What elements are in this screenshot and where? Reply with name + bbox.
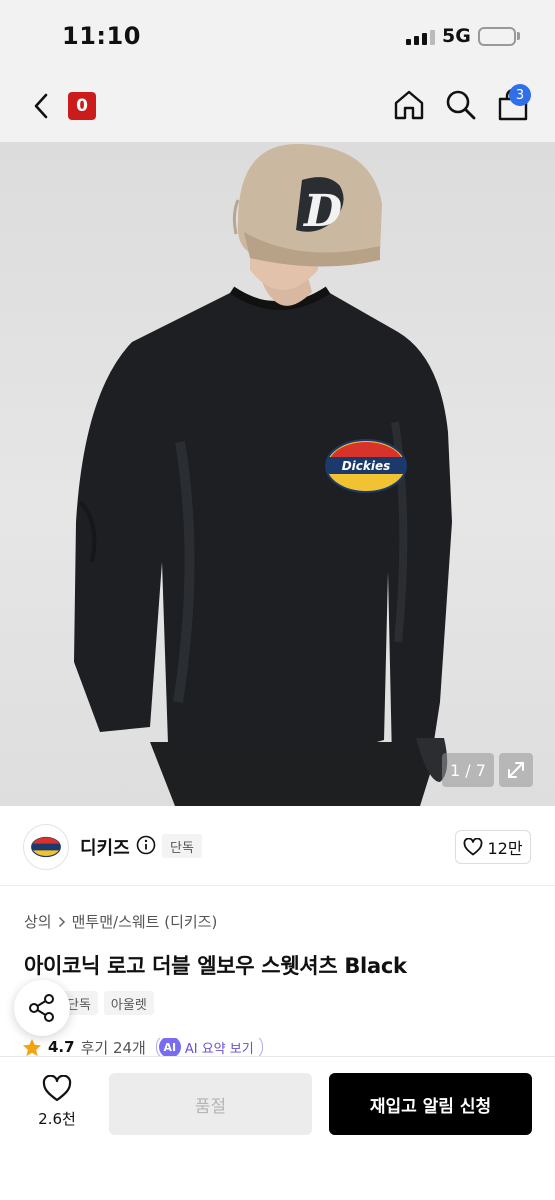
tag-outlet: 아울렛 (103, 991, 154, 1015)
rating-score: 4.7 (48, 1038, 75, 1056)
product-title: 아이코닉 로고 더블 엘보우 스웻셔츠 Black (24, 954, 407, 978)
wishlist-count: 2.6천 (38, 1110, 76, 1128)
home-icon[interactable] (392, 88, 426, 122)
breadcrumb-subcategory[interactable]: 맨투맨/스웨트 (디키즈) (72, 911, 218, 932)
star-icon (23, 1038, 41, 1056)
brand-name[interactable]: 디키즈 (80, 834, 130, 860)
share-icon[interactable] (14, 980, 70, 1036)
soldout-button: 품절 (109, 1073, 312, 1135)
product-photo: D Dickies (74, 143, 452, 806)
battery-tip (517, 32, 520, 40)
heart-icon (42, 1074, 72, 1102)
network-type: 5G (442, 25, 471, 47)
product-tags: 단독 아울렛 (60, 991, 154, 1015)
chevron-right-icon (58, 916, 65, 927)
brand-row: 디키즈 단독 12만 (0, 806, 555, 886)
brand-like-count: 12만 (487, 839, 523, 858)
rating-row: 4.7 후기 24개 AI AI 요약 보기 (22, 1038, 263, 1056)
store-logo[interactable]: 0 (68, 92, 96, 120)
ai-badge: AI (158, 1038, 181, 1056)
cap-emblem-letter: D (302, 186, 342, 237)
brand-like-button[interactable]: 12만 (455, 830, 531, 864)
exclusive-tag: 단독 (162, 834, 202, 858)
cart-count-badge: 3 (509, 84, 531, 106)
ai-summary-button[interactable]: AI AI 요약 보기 (155, 1038, 263, 1057)
top-nav: 0 3 (0, 74, 555, 142)
signal-icon (406, 30, 435, 45)
breadcrumb: 상의 맨투맨/스웨트 (디키즈) (24, 911, 217, 932)
breadcrumb-category[interactable]: 상의 (24, 911, 52, 932)
ai-summary-label: AI 요약 보기 (184, 1041, 254, 1057)
search-icon[interactable] (444, 88, 478, 122)
status-bar: 11:10 5G (0, 0, 555, 74)
bottom-action-bar: 2.6천 품절 재입고 알림 신청 (0, 1056, 555, 1200)
info-icon[interactable] (136, 835, 156, 855)
review-count-link[interactable]: 후기 24개 (81, 1038, 146, 1057)
status-time: 11:10 (62, 22, 141, 50)
battery-icon (478, 27, 516, 46)
brand-avatar[interactable] (23, 824, 69, 870)
heart-icon (464, 838, 483, 856)
expand-icon[interactable] (499, 753, 533, 787)
back-arrow-icon[interactable] (28, 90, 56, 122)
product-image-carousel[interactable]: D Dickies 1 / 7 (0, 142, 555, 806)
chest-logo-text: Dickies (342, 459, 391, 473)
wishlist-button[interactable]: 2.6천 (28, 1074, 86, 1129)
image-counter: 1 / 7 (442, 753, 494, 787)
restock-notify-button[interactable]: 재입고 알림 신청 (329, 1073, 532, 1135)
